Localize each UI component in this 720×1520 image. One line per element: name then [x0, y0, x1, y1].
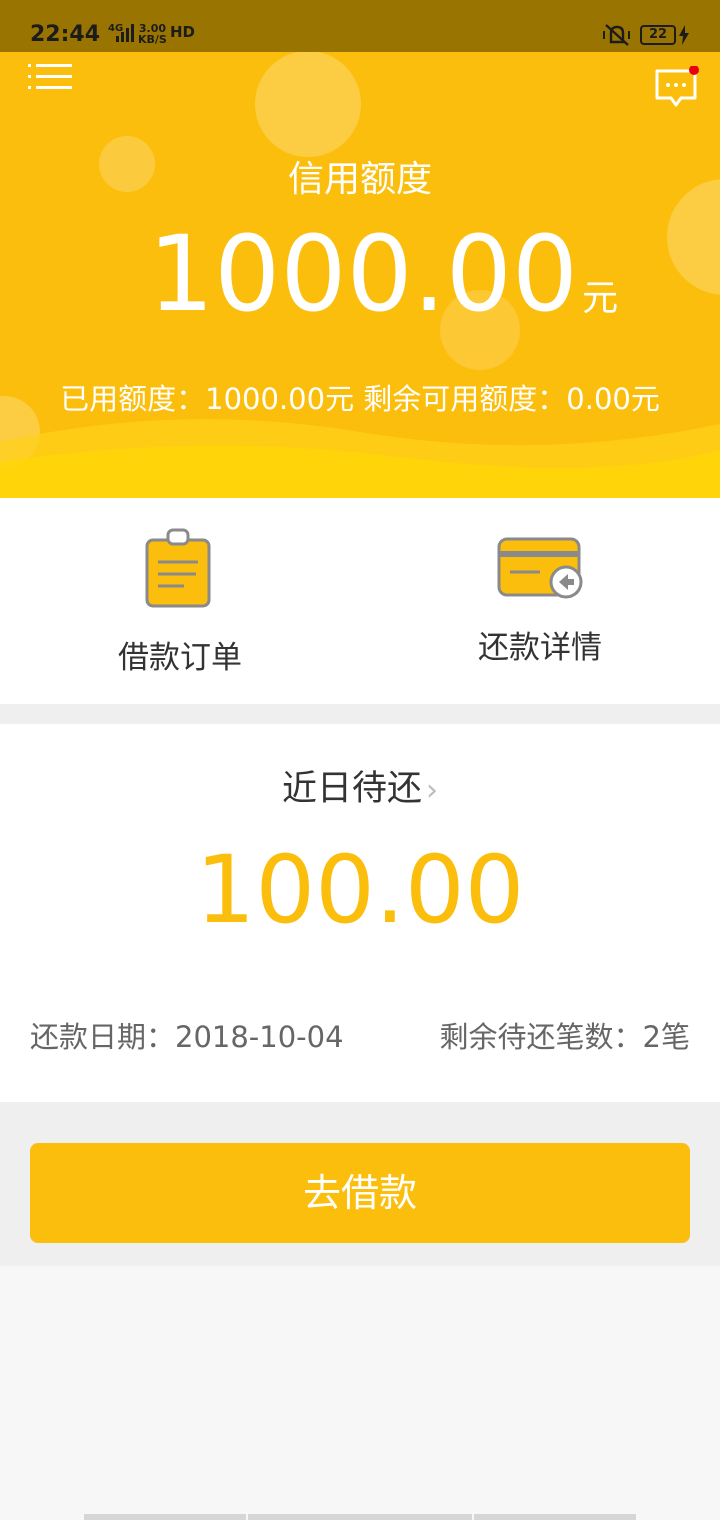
section-divider	[0, 704, 720, 724]
hd-indicator: HD	[170, 23, 196, 41]
loan-orders-label: 借款订单	[118, 640, 242, 676]
upcoming-repayment-link[interactable]: 近日待还 ›	[0, 760, 720, 811]
status-bar: 22:44 4G 3.00 KB/S HD 22	[0, 0, 720, 52]
borrow-button[interactable]: 去借款	[30, 1143, 690, 1243]
card-return-icon	[497, 537, 583, 599]
clipboard-icon	[145, 528, 211, 608]
remaining-installments: 剩余待还笔数：2笔	[439, 1020, 690, 1054]
bottom-divider	[84, 1514, 246, 1520]
loan-orders-button[interactable]: 借款订单	[0, 498, 360, 704]
credit-usage-summary: 已用额度：1000.00元 剩余可用额度：0.00元	[60, 382, 660, 416]
credit-limit-amount: 1000.00 元	[148, 216, 618, 357]
upcoming-amount: 100.00	[195, 836, 525, 945]
notification-dot	[689, 66, 699, 75]
network-speed: 3.00 KB/S	[138, 23, 167, 45]
message-icon[interactable]	[654, 66, 702, 110]
button-area: 去借款	[0, 1102, 720, 1266]
credit-limit-title: 信用额度	[287, 159, 432, 200]
upcoming-title: 近日待还	[281, 769, 422, 809]
charging-icon	[679, 25, 689, 45]
chevron-right-icon: ›	[426, 773, 438, 808]
bottom-divider	[248, 1514, 472, 1520]
repayment-details-label: 还款详情	[478, 630, 602, 666]
menu-icon[interactable]	[28, 58, 74, 98]
vibrate-mute-icon	[603, 24, 630, 46]
quick-actions: 借款订单 还款详情	[0, 498, 720, 704]
signal-icon	[116, 24, 134, 42]
repayment-date: 还款日期：2018-10-04	[30, 1020, 344, 1054]
repayment-details-button[interactable]: 还款详情	[360, 498, 720, 704]
battery-icon: 22	[640, 25, 676, 45]
upcoming-repayment-card: 近日待还 › 100.00 还款日期：2018-10-04 剩余待还笔数：2笔	[0, 724, 720, 1102]
credit-amount-unit: 元	[582, 278, 619, 319]
status-time: 22:44	[30, 22, 101, 47]
speed-unit: KB/S	[138, 33, 167, 46]
credit-header: 信用额度 1000.00 元 已用额度：1000.00元 剩余可用额度：0.00元	[0, 52, 720, 498]
credit-amount-value: 1000.00	[148, 213, 579, 335]
bottom-divider	[474, 1514, 636, 1520]
battery-level: 22	[648, 27, 668, 42]
